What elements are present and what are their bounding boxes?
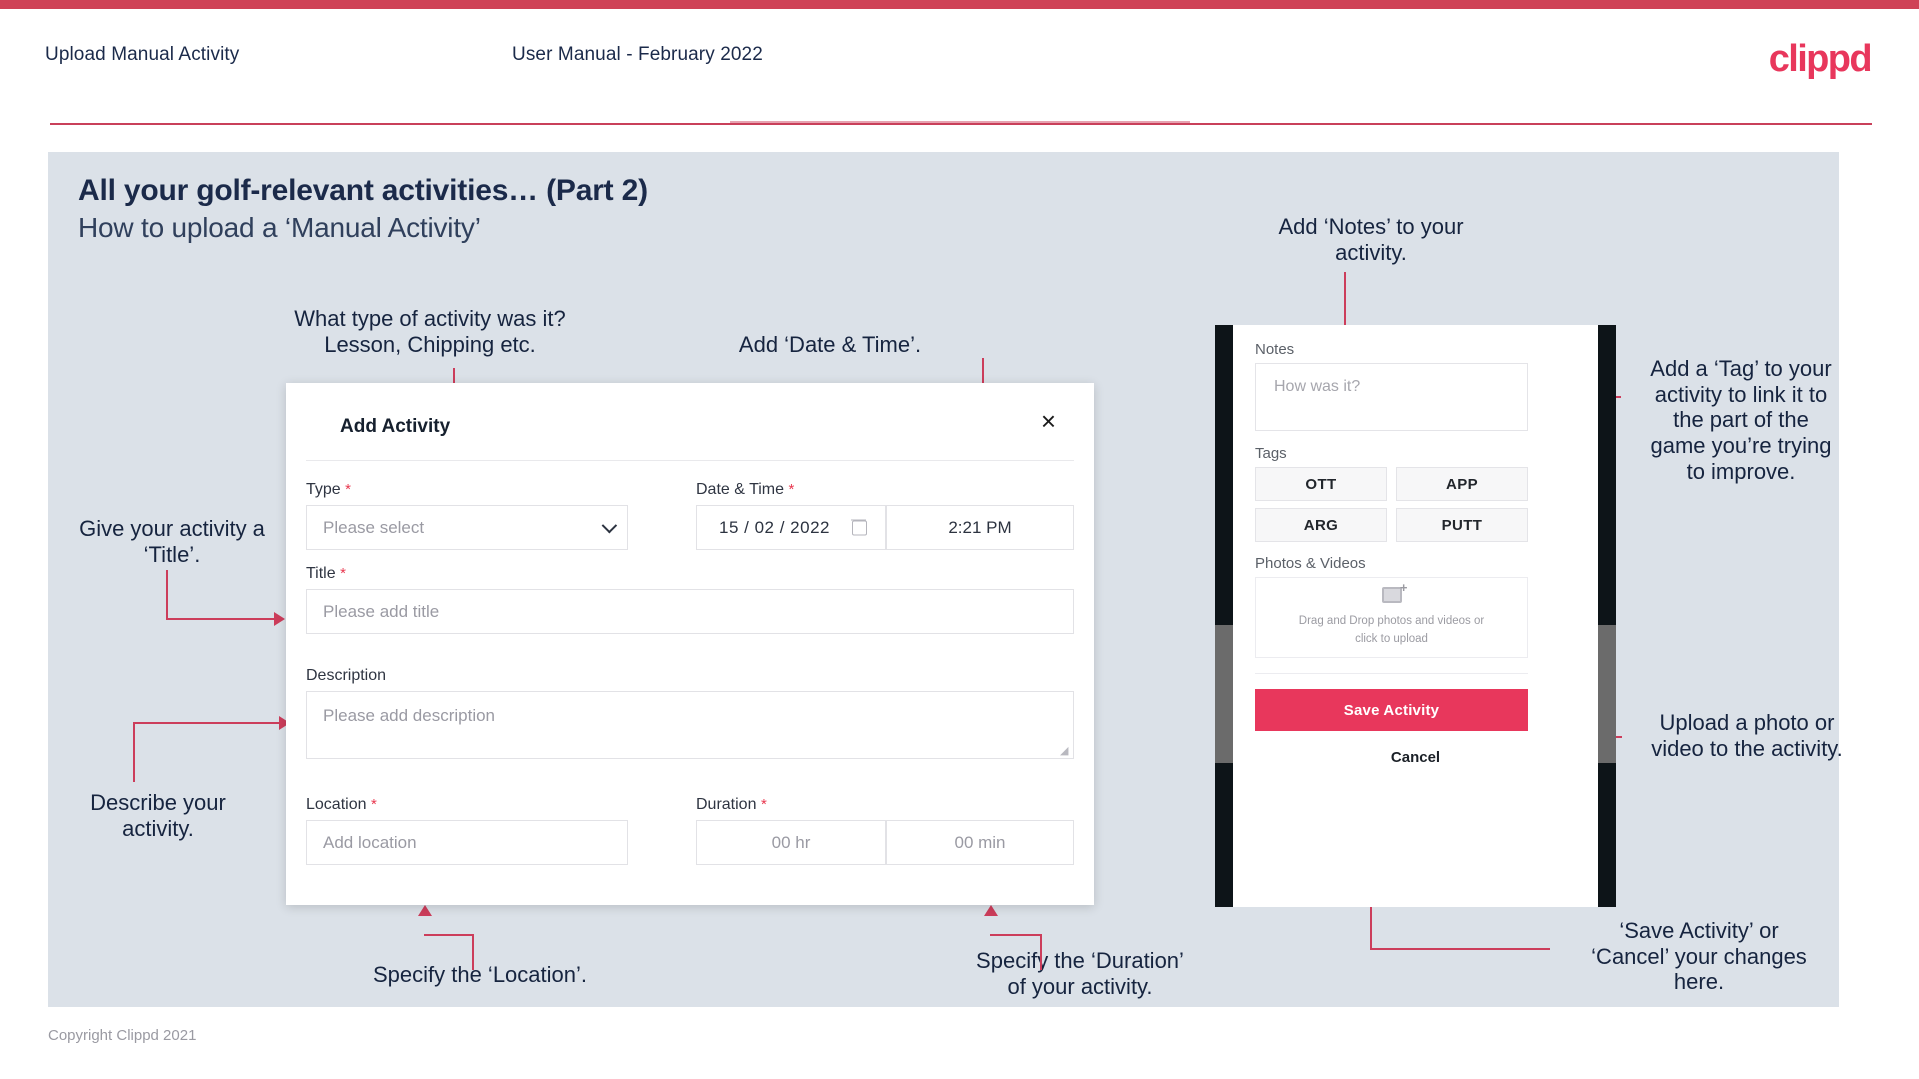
phone-button-left: [1215, 625, 1233, 763]
connector-loc-v: [472, 934, 474, 970]
cancel-button[interactable]: Cancel: [1233, 749, 1598, 766]
connector-loc-h: [424, 934, 474, 936]
connector-title-h: [166, 618, 276, 620]
type-label: Type *: [306, 481, 351, 498]
description-placeholder: Please add description: [323, 706, 496, 725]
connector-save-h: [1370, 948, 1550, 950]
description-label: Description: [306, 667, 387, 684]
top-accent-stripe: [0, 0, 1919, 9]
calendar-icon[interactable]: [851, 519, 867, 535]
document-subtitle: User Manual - February 2022: [512, 44, 763, 65]
duration-minutes-value: 00 min: [954, 832, 1006, 852]
type-select[interactable]: Please select: [306, 505, 628, 550]
add-image-icon: [1381, 578, 1407, 604]
notes-label: Notes: [1255, 341, 1295, 358]
save-activity-button[interactable]: Save Activity: [1255, 689, 1528, 731]
tag-ott[interactable]: OTT: [1255, 467, 1387, 501]
duration-label: Duration *: [696, 796, 767, 813]
connector-dur-v: [1040, 934, 1042, 970]
title-placeholder: Please add title: [323, 601, 440, 621]
duration-hours-value: 00 hr: [771, 832, 811, 852]
tag-arg[interactable]: ARG: [1255, 508, 1387, 542]
annotation-title: Give your activity a ‘Title’.: [79, 516, 265, 567]
annotation-save: ‘Save Activity’ or ‘Cancel’ your changes…: [1591, 918, 1807, 995]
connector-dur-h: [990, 934, 1042, 936]
connector-title-arrow: [274, 612, 285, 626]
phone-frame-left: [1215, 325, 1233, 907]
connector-loc-arrow: [418, 905, 432, 916]
photos-label: Photos & Videos: [1255, 555, 1366, 572]
close-icon[interactable]: ×: [1041, 408, 1056, 434]
tag-putt[interactable]: PUTT: [1396, 508, 1528, 542]
title-input[interactable]: Please add title: [306, 589, 1074, 634]
tags-label: Tags: [1255, 445, 1287, 462]
page-title: Upload Manual Activity: [45, 44, 240, 65]
annotation-description: Describe your activity.: [90, 790, 226, 841]
connector-desc-h: [133, 722, 281, 724]
phone-mockup: Notes How was it? Tags OTT APP ARG PUTT …: [1215, 325, 1616, 907]
datetime-label: Date & Time *: [696, 481, 795, 498]
phone-divider: [1255, 673, 1528, 674]
photo-dropzone[interactable]: Drag and Drop photos and videos or click…: [1255, 577, 1528, 658]
date-input[interactable]: 15 / 02 / 2022: [696, 505, 886, 550]
dropzone-line-2: click to upload: [1355, 632, 1428, 645]
footer-copyright: Copyright Clippd 2021: [48, 1027, 197, 1044]
tag-app[interactable]: APP: [1396, 467, 1528, 501]
duration-minutes-input[interactable]: 00 min: [886, 820, 1074, 865]
location-placeholder: Add location: [323, 832, 417, 852]
dialog-divider: [306, 460, 1074, 461]
description-textarea[interactable]: Please add description ◢: [306, 691, 1074, 759]
phone-screen: Notes How was it? Tags OTT APP ARG PUTT …: [1233, 325, 1598, 907]
annotation-tags: Add a ‘Tag’ to your activity to link it …: [1650, 356, 1832, 484]
time-input[interactable]: 2:21 PM: [886, 505, 1074, 550]
location-input[interactable]: Add location: [306, 820, 628, 865]
dropzone-line-1: Drag and Drop photos and videos or: [1298, 615, 1485, 628]
date-value: 15 / 02 / 2022: [719, 517, 830, 537]
phone-frame-right: [1598, 325, 1616, 907]
slide-page: Upload Manual Activity User Manual - Feb…: [0, 0, 1919, 1079]
connector-desc-v: [133, 722, 135, 782]
notes-textarea[interactable]: How was it?: [1255, 363, 1528, 431]
slide-title: All your golf-relevant activities… (Part…: [78, 174, 648, 207]
annotation-notes: Add ‘Notes’ to your activity.: [1278, 214, 1464, 265]
slide-subtitle: How to upload a ‘Manual Activity’: [78, 212, 481, 243]
notes-placeholder: How was it?: [1274, 378, 1361, 395]
connector-title-v: [166, 570, 168, 620]
dialog-title: Add Activity: [340, 416, 451, 437]
header-divider: [50, 123, 1872, 125]
title-label: Title *: [306, 565, 346, 582]
time-value: 2:21 PM: [948, 517, 1012, 537]
chevron-down-icon: [601, 517, 618, 533]
resize-handle-icon[interactable]: ◢: [1060, 746, 1070, 757]
connector-dur-arrow: [984, 905, 998, 916]
location-label: Location *: [306, 796, 377, 813]
type-placeholder: Please select: [323, 517, 425, 537]
clippd-logo: clippd: [1768, 38, 1873, 80]
header-divider-highlight: [730, 121, 1190, 123]
annotation-type: What type of activity was it? Lesson, Ch…: [294, 306, 566, 357]
phone-button-right: [1598, 625, 1616, 763]
duration-hours-input[interactable]: 00 hr: [696, 820, 886, 865]
annotation-location: Specify the ‘Location’.: [372, 962, 588, 987]
annotation-duration: Specify the ‘Duration’ of your activity.: [976, 948, 1184, 999]
add-activity-dialog: Add Activity × Type * Please select Date…: [286, 383, 1094, 905]
annotation-upload: Upload a photo or video to the activity.: [1651, 710, 1843, 761]
annotation-datetime: Add ‘Date & Time’.: [738, 332, 922, 357]
